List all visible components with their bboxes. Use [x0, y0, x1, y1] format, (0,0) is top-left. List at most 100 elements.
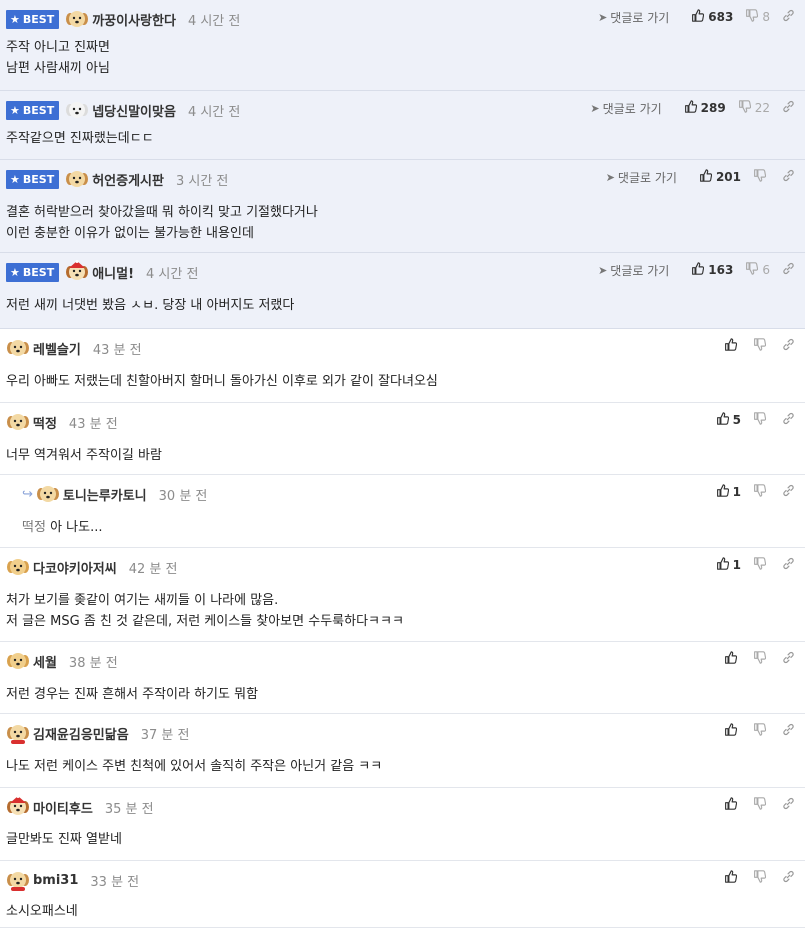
downvote-button[interactable] [753, 797, 770, 813]
upvote-button[interactable]: 201 [699, 169, 741, 185]
comment-text: 주작 아니고 진짜면 [6, 40, 110, 55]
upvote-button[interactable]: 5 [716, 412, 741, 428]
avatar[interactable] [65, 98, 89, 122]
comment-text: 이런 충분한 이유가 없이는 불가능한 내용인데 [6, 226, 254, 241]
share-link-button[interactable] [782, 338, 799, 354]
downvote-button[interactable] [753, 557, 770, 573]
upvote-button[interactable] [724, 338, 741, 354]
best-label: BEST [22, 12, 55, 26]
nickname[interactable]: 넵당신말이맞음 [92, 101, 176, 120]
share-link-button[interactable] [782, 870, 799, 886]
best-label: BEST [22, 265, 55, 279]
downvote-button[interactable] [753, 338, 770, 354]
timestamp: 30 분 전 [158, 488, 208, 504]
goto-comment-link[interactable]: ➤ 댓글로 가기 [590, 100, 661, 117]
avatar[interactable] [6, 336, 30, 360]
downvote-button[interactable]: 8 [745, 9, 770, 25]
comment-header: ★ BEST 허언증게시판 3 시간 전 ➤ 댓글로 가기 201 [6, 169, 799, 189]
thumbs-down-icon [745, 262, 762, 278]
downvote-button[interactable] [753, 870, 770, 886]
link-icon [782, 262, 799, 278]
comment: 마이티후드 35 분 전 글만봐도 진짜 열받네 [0, 788, 805, 861]
comment-actions [712, 338, 799, 354]
downvote-button[interactable] [753, 723, 770, 739]
goto-comment-link[interactable]: ➤ 댓글로 가기 [606, 169, 677, 186]
share-link-button[interactable] [782, 557, 799, 573]
comment-text: 소시오패스네 [6, 904, 78, 919]
avatar[interactable] [6, 410, 30, 434]
comment-line: 이런 충분한 이유가 없이는 불가능한 내용인데 [6, 223, 795, 244]
link-icon [782, 651, 799, 667]
avatar[interactable] [65, 167, 89, 191]
upvote-button[interactable]: 163 [691, 262, 733, 278]
avatar[interactable] [6, 795, 30, 819]
upvote-button[interactable]: 289 [684, 100, 726, 116]
share-link-button[interactable] [782, 100, 799, 116]
nickname[interactable]: 떡정 [33, 413, 57, 432]
downvote-button[interactable] [753, 169, 770, 185]
nickname[interactable]: 까꿍이사랑한다 [92, 10, 176, 29]
nickname[interactable]: 토니는루카토니 [63, 485, 147, 504]
goto-label: 댓글로 가기 [610, 263, 670, 278]
downvote-button[interactable] [753, 484, 770, 500]
comment-line: 우리 아빠도 저랬는데 친할아버지 할머니 돌아가신 이후로 외가 같이 잘다녀… [6, 371, 795, 392]
share-link-button[interactable] [782, 412, 799, 428]
downvote-button[interactable] [753, 651, 770, 667]
nickname[interactable]: 레벨슬기 [33, 339, 81, 358]
star-icon: ★ [10, 103, 20, 117]
share-link-button[interactable] [782, 651, 799, 667]
downvote-button[interactable]: 22 [738, 100, 770, 116]
avatar[interactable] [6, 868, 30, 892]
upvote-button[interactable] [724, 797, 741, 813]
comment-header: 다코야키아저씨 42 분 전 1 [6, 557, 799, 577]
nickname[interactable]: 마이티후드 [33, 798, 93, 817]
upvote-count: 163 [708, 263, 734, 277]
share-link-button[interactable] [782, 723, 799, 739]
share-link-button[interactable] [782, 484, 799, 500]
comment-body: 우리 아빠도 저랬는데 친할아버지 할머니 돌아가신 이후로 외가 같이 잘다녀… [6, 371, 795, 392]
comment-actions: ➤ 댓글로 가기 201 [606, 169, 799, 185]
comment-header: ★ BEST 넵당신말이맞음 4 시간 전 ➤ 댓글로 가기 289 22 [6, 100, 799, 120]
upvote-button[interactable] [724, 651, 741, 667]
upvote-button[interactable]: 1 [716, 484, 741, 500]
avatar[interactable] [6, 555, 30, 579]
downvote-button[interactable] [753, 412, 770, 428]
upvote-button[interactable] [724, 723, 741, 739]
upvote-button[interactable]: 1 [716, 557, 741, 573]
share-link-button[interactable] [782, 169, 799, 185]
comment-text: 처가 보기를 좆같이 여기는 새끼들 이 나라에 많음. [6, 593, 279, 608]
goto-label: 댓글로 가기 [610, 10, 670, 25]
upvote-button[interactable]: 683 [691, 9, 733, 25]
upvote-count: 683 [708, 10, 734, 24]
avatar[interactable] [65, 260, 89, 284]
downvote-count: 22 [754, 101, 770, 115]
avatar[interactable] [65, 7, 89, 31]
comment-body: 나도 저런 케이스 주변 친척에 있어서 솔직히 주작은 아닌거 같음 ㅋㅋ [6, 756, 795, 777]
downvote-button[interactable]: 6 [745, 262, 770, 278]
avatar[interactable] [36, 482, 60, 506]
comment-header: 세월 38 분 전 [6, 651, 799, 671]
thumbs-down-icon [753, 723, 770, 739]
mention[interactable]: 떡정 [22, 520, 46, 535]
link-icon [782, 9, 799, 25]
share-link-button[interactable] [782, 797, 799, 813]
nickname[interactable]: 세월 [33, 652, 57, 671]
share-link-button[interactable] [782, 9, 799, 25]
nickname[interactable]: 애니멀! [92, 263, 134, 282]
upvote-count: 289 [700, 101, 726, 115]
nickname[interactable]: 다코야키아저씨 [33, 558, 117, 577]
share-link-button[interactable] [782, 262, 799, 278]
link-icon [782, 169, 799, 185]
thumbs-up-icon [724, 651, 741, 667]
avatar[interactable] [6, 649, 30, 673]
goto-comment-link[interactable]: ➤ 댓글로 가기 [598, 9, 669, 26]
nickname[interactable]: 김재윤김응민닮음 [33, 724, 129, 743]
navigate-arrow-icon: ➤ [590, 101, 600, 115]
nickname[interactable]: 허언증게시판 [92, 170, 164, 189]
star-icon: ★ [10, 265, 20, 279]
upvote-button[interactable] [724, 870, 741, 886]
thumbs-up-icon [699, 169, 716, 185]
goto-comment-link[interactable]: ➤ 댓글로 가기 [598, 262, 669, 279]
nickname[interactable]: bmi31 [33, 873, 78, 888]
avatar[interactable] [6, 721, 30, 745]
